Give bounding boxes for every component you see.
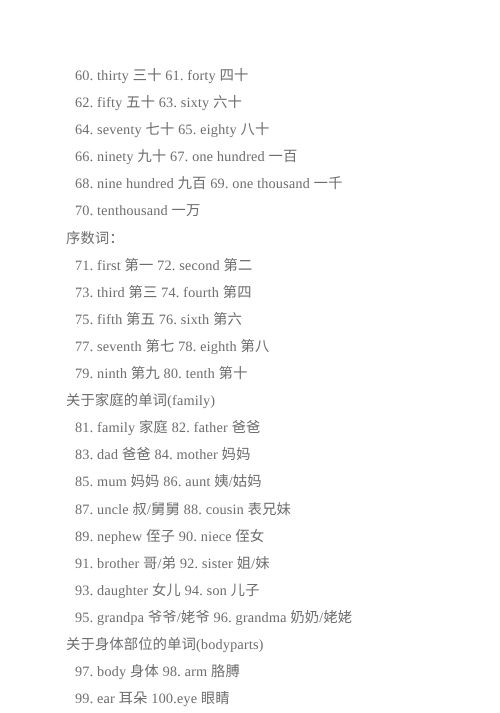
vocabulary-line: 68. nine hundred 九百 69. one thousand 一千 [75, 176, 343, 193]
vocabulary-line: 79. ninth 第九 80. tenth 第十 [75, 366, 248, 383]
vocabulary-line: 73. third 第三 74. fourth 第四 [75, 284, 252, 301]
vocabulary-line: 66. ninety 九十 67. one hundred 一百 [75, 149, 298, 166]
vocabulary-line: 60. thirty 三十 61. forty 四十 [75, 68, 249, 84]
vocabulary-line: 93. daughter 女儿 94. son 儿子 [75, 582, 260, 599]
section-header: 关于身体部位的单词(bodyparts) [66, 636, 264, 653]
vocabulary-line: 83. dad 爸爸 84. mother 妈妈 [75, 447, 251, 464]
section-header: 序数词： [66, 230, 124, 247]
vocabulary-line: 71. first 第一 72. second 第二 [75, 257, 253, 274]
vocabulary-line: 89. nephew 侄子 90. niece 侄女 [75, 528, 265, 545]
vocabulary-line: 91. brother 哥/弟 92. sister 姐/妹 [75, 555, 270, 572]
vocabulary-line: 64. seventy 七十 65. eighty 八十 [75, 122, 270, 139]
vocabulary-line: 87. uncle 叔/舅舅 88. cousin 表兄妹 [75, 501, 292, 518]
vocabulary-list: 60. thirty 三十 61. forty 四十 62. fifty 五十 6… [0, 63, 500, 713]
vocabulary-line: 75. fifth 第五 76. sixth 第六 [75, 311, 242, 328]
vocabulary-line: 70. tenthousand 一万 [75, 203, 201, 220]
section-header: 关于家庭的单词(family) [66, 393, 216, 410]
vocabulary-line: 62. fifty 五十 63. sixty 六十 [75, 95, 242, 112]
vocabulary-line: 95. grandpa 爷爷/姥爷 96. grandma 奶奶/姥姥 [75, 609, 353, 626]
vocabulary-line: 85. mum 妈妈 86. aunt 姨/姑妈 [75, 474, 262, 491]
vocabulary-line: 77. seventh 第七 78. eighth 第八 [75, 338, 270, 355]
document-page: 60. thirty 三十 61. forty 四十 62. fifty 五十 6… [0, 0, 500, 707]
vocabulary-line: 97. body 身体 98. arm 胳膊 [75, 664, 240, 681]
vocabulary-line: 81. family 家庭 82. father 爸爸 [75, 420, 261, 437]
vocabulary-line: 99. ear 耳朵 100.eye 眼睛 [75, 691, 230, 708]
